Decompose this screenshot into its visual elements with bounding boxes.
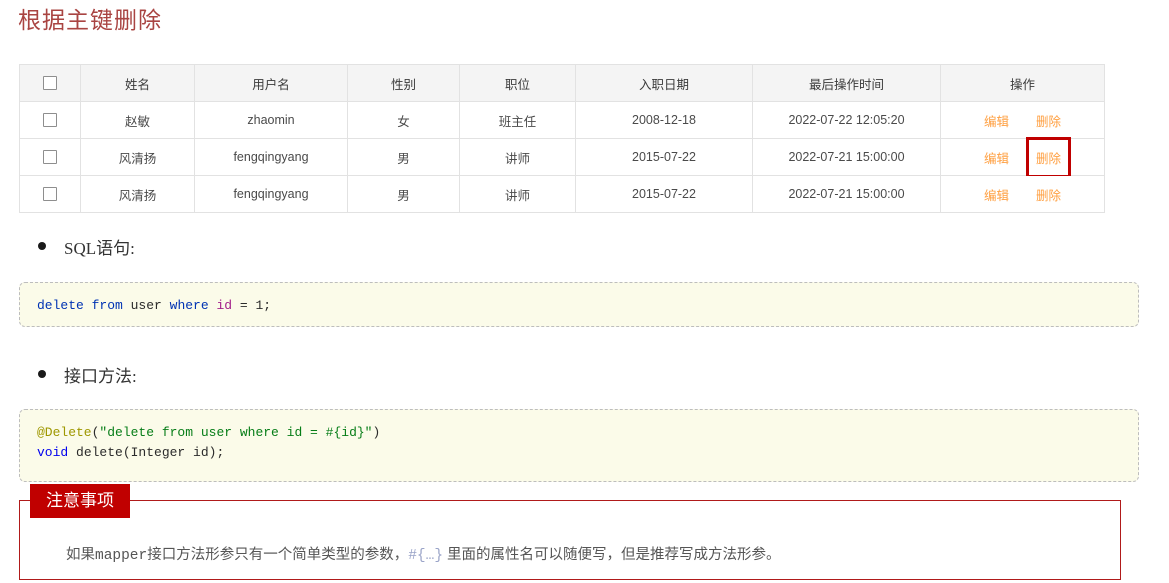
cell-name: 赵敏 — [80, 101, 195, 139]
java-code-block: @Delete("delete from user where id = #{i… — [19, 409, 1139, 482]
user-table-container: 姓名 用户名 性别 职位 入职日期 最后操作时间 操作 赵敏 zhaomin 女… — [19, 64, 1105, 213]
table-row: 赵敏 zhaomin 女 班主任 2008-12-18 2022-07-22 1… — [19, 101, 1105, 139]
cell-gender: 男 — [347, 175, 460, 213]
notice-body-text: 如果mapper接口方法形参只有一个简单类型的参数，#{…} 里面的属性名可以随… — [66, 543, 781, 564]
cell-job: 班主任 — [459, 101, 576, 139]
notice-text-hash: #{…} — [408, 548, 444, 564]
row-checkbox[interactable] — [43, 150, 57, 165]
row-checkbox-cell — [19, 138, 81, 176]
sql-token-delete-from: delete from — [37, 298, 131, 313]
table-header-row: 姓名 用户名 性别 职位 入职日期 最后操作时间 操作 — [19, 64, 1105, 102]
column-header-user[interactable]: 用户名 — [194, 64, 348, 102]
sql-token-where: where — [169, 298, 217, 313]
cell-last: 2022-07-22 12:05:20 — [752, 101, 941, 139]
sql-token-column: id — [216, 298, 233, 313]
user-table: 姓名 用户名 性别 职位 入职日期 最后操作时间 操作 赵敏 zhaomin 女… — [19, 64, 1105, 213]
cell-user: fengqingyang — [194, 138, 348, 176]
column-header-gender[interactable]: 性别 — [347, 64, 460, 102]
column-header-op: 操作 — [940, 64, 1105, 102]
java-token-sql-string: "delete from user where id = #{id}" — [99, 425, 373, 440]
table-row: 风清扬 fengqingyang 男 讲师 2015-07-22 2022-07… — [19, 175, 1105, 213]
select-all-header — [19, 64, 81, 102]
cell-gender: 男 — [347, 138, 460, 176]
row-checkbox-cell — [19, 101, 81, 139]
table-row: 风清扬 fengqingyang 男 讲师 2015-07-22 2022-07… — [19, 136, 1105, 178]
cell-last: 2022-07-21 15:00:00 — [752, 175, 941, 213]
column-header-hire[interactable]: 入职日期 — [575, 64, 753, 102]
sql-code-block: delete from user where id = 1; — [19, 282, 1139, 327]
java-token-paren-close: ) — [372, 425, 381, 440]
notice-text-middle: 接口方法形参只有一个简单类型的参数， — [147, 547, 409, 563]
sql-code-line: delete from user where id = 1; — [37, 296, 1121, 316]
notice-text-mono: mapper — [95, 548, 148, 564]
java-token-void: void — [37, 445, 77, 460]
notice-text-after: 里面的属性名可以随便写，但是推荐写成方法形参。 — [443, 547, 781, 563]
select-all-checkbox[interactable] — [43, 76, 57, 91]
sql-token-table: user — [130, 298, 170, 313]
java-code-line-signature: void delete(Integer id); — [37, 443, 1121, 463]
delete-link-highlighted[interactable]: 删除 — [1025, 136, 1072, 178]
bullet-icon — [38, 369, 46, 378]
bullet-icon — [38, 241, 46, 250]
interface-section-heading: 接口方法: — [38, 362, 137, 387]
cell-gender: 女 — [347, 101, 460, 139]
cell-user: zhaomin — [194, 101, 348, 139]
cell-job: 讲师 — [459, 175, 576, 213]
sql-token-value: = 1; — [232, 298, 272, 313]
edit-link[interactable]: 编辑 — [983, 109, 1010, 132]
notice-text-before: 如果 — [66, 547, 95, 563]
edit-link[interactable]: 编辑 — [983, 146, 1010, 169]
column-header-name[interactable]: 姓名 — [80, 64, 195, 102]
column-header-last[interactable]: 最后操作时间 — [752, 64, 941, 102]
sql-section-heading: SQL语句: — [38, 234, 135, 259]
cell-user: fengqingyang — [194, 175, 348, 213]
edit-link[interactable]: 编辑 — [983, 183, 1010, 206]
cell-name: 风清扬 — [80, 175, 195, 213]
interface-heading-label: 接口方法: — [64, 367, 137, 386]
cell-operations: 编辑 删除 — [940, 136, 1105, 178]
cell-hire: 2015-07-22 — [575, 138, 753, 176]
java-code-line-annotation: @Delete("delete from user where id = #{i… — [37, 423, 1121, 443]
row-checkbox-cell — [19, 175, 81, 213]
java-token-annotation: @Delete — [37, 425, 92, 440]
cell-operations: 编辑 删除 — [940, 101, 1105, 139]
cell-job: 讲师 — [459, 138, 576, 176]
cell-name: 风清扬 — [80, 138, 195, 176]
notice-tag-label: 注意事项 — [30, 484, 130, 518]
row-checkbox[interactable] — [43, 113, 57, 128]
delete-link[interactable]: 删除 — [1035, 109, 1062, 132]
cell-hire: 2008-12-18 — [575, 101, 753, 139]
delete-link[interactable]: 删除 — [1035, 183, 1062, 206]
column-header-job[interactable]: 职位 — [459, 64, 576, 102]
table-header: 姓名 用户名 性别 职位 入职日期 最后操作时间 操作 — [19, 64, 1105, 102]
table-body: 赵敏 zhaomin 女 班主任 2008-12-18 2022-07-22 1… — [19, 101, 1105, 213]
page-title: 根据主键删除 — [18, 8, 162, 33]
notice-box: 注意事项 如果mapper接口方法形参只有一个简单类型的参数，#{…} 里面的属… — [19, 484, 1121, 580]
row-checkbox[interactable] — [43, 187, 57, 202]
cell-operations: 编辑 删除 — [940, 175, 1105, 213]
cell-last: 2022-07-21 15:00:00 — [752, 138, 941, 176]
cell-hire: 2015-07-22 — [575, 175, 753, 213]
java-token-signature: delete(Integer id); — [76, 445, 225, 460]
sql-heading-label: SQL语句: — [64, 239, 135, 258]
